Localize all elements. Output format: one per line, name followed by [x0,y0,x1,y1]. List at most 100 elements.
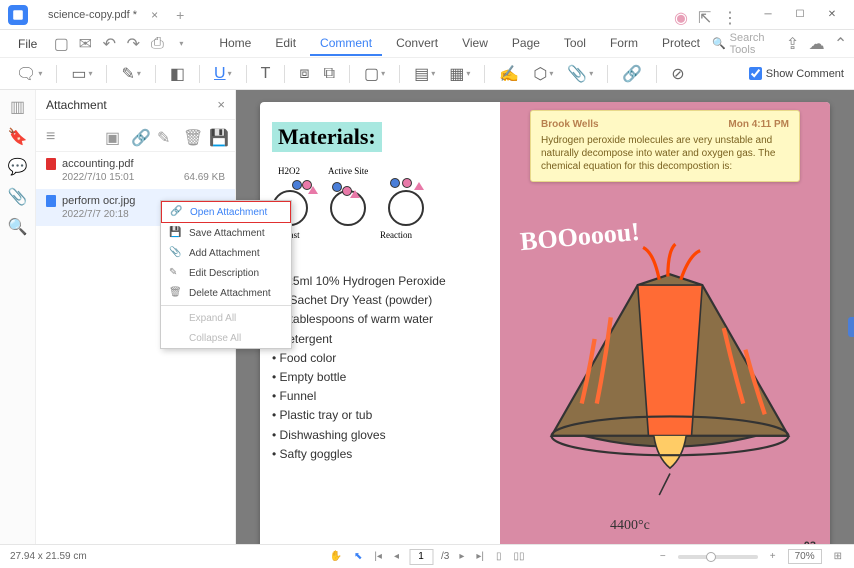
callout-tool[interactable]: ⧉ [318,62,341,86]
scroll-indicator[interactable] [848,317,854,337]
shape-tool[interactable]: ▢▾ [358,61,391,87]
menu-tab-home[interactable]: Home [209,32,261,56]
ctx-add-attachment[interactable]: 📎Add Attachment [161,243,291,263]
select-tool-icon[interactable]: ⬉ [352,551,364,562]
menu-tab-convert[interactable]: Convert [386,32,448,56]
hide-tool[interactable]: ⊘ [665,61,690,87]
clip-tool[interactable]: 🔗 [616,61,648,87]
redo-icon[interactable]: ↷ [123,35,143,53]
file-icon [46,195,56,207]
prev-page-icon[interactable]: ◂ [392,551,401,562]
material-item: Food color [272,349,488,368]
highlight-tool[interactable]: ▭▾ [65,61,98,87]
eraser-tool[interactable]: ◧ [164,61,191,87]
show-comment-checkbox[interactable] [749,67,762,80]
material-item: Plastic tray or tub [272,406,488,425]
next-page-icon[interactable]: ▸ [457,551,466,562]
user-avatar-icon[interactable]: ◉ [674,8,688,22]
page-dimensions: 27.94 x 21.59 cm [10,551,87,562]
ctx-icon [169,312,181,324]
cloud-icon[interactable]: ☁ [809,35,825,53]
add-attach-icon[interactable]: 🔗 [131,128,147,144]
stamp2-tool[interactable]: ⬡▾ [527,61,559,87]
comment-toolbar: 🗨▾ ▭▾ ✎▾ ◧ U▾ T ⧈ ⧉ ▢▾ ▤▾ ▦▾ ✍ ⬡▾ 📎▾ 🔗 ⊘… [0,58,854,90]
thumbnails-icon[interactable]: ▥ [9,98,27,116]
menu-tab-view[interactable]: View [452,32,498,56]
file-menu[interactable]: File [10,33,45,55]
attachment-item[interactable]: accounting.pdf2022/7/10 15:0164.69 KB [36,152,235,189]
pencil-tool[interactable]: ✎▾ [115,61,146,87]
titlebar: science-copy.pdf * × + ◉ ⇱ ⋮ ─ ☐ ✕ [0,0,854,30]
single-page-icon[interactable]: ▯ [494,551,504,562]
attach-tool[interactable]: 📎▾ [561,61,599,87]
print-icon[interactable]: ⎙ [147,35,167,53]
menu-tab-tool[interactable]: Tool [554,32,596,56]
attachment-date: 2022/7/10 15:01 [62,172,134,183]
textbox-tool[interactable]: ⧈ [293,62,315,86]
attachment-date: 2022/7/7 20:18 [62,209,129,220]
edit-attach-icon[interactable]: ✎ [157,128,173,144]
comments-icon[interactable]: 💬 [9,158,27,176]
panel-close-icon[interactable]: × [217,97,225,112]
material-item: Safty goggles [272,445,488,464]
search-tools[interactable]: 🔍 Search Tools [712,32,777,56]
note-tool[interactable]: 🗨▾ [10,61,48,87]
measure-tool[interactable]: ▦▾ [443,61,476,87]
comment-body: Hydrogen peroxide molecules are very uns… [541,134,789,173]
save-icon[interactable]: ▢ [51,35,71,53]
menu-tab-comment[interactable]: Comment [310,32,382,56]
zoom-slider[interactable] [678,555,758,559]
signature-tool[interactable]: ✍ [493,61,525,87]
ctx-open-attachment[interactable]: 🔗Open Attachment [161,201,291,223]
list-view-icon[interactable]: ≡ [46,128,62,144]
comment-time: Mon 4:11 PM [728,119,789,130]
maximize-button[interactable]: ☐ [786,5,814,25]
zoom-value[interactable]: 70% [788,549,822,564]
new-tab-button[interactable]: + [176,7,184,23]
menu-tab-edit[interactable]: Edit [265,32,306,56]
save-attach-icon[interactable]: 💾 [209,128,225,144]
collapse-ribbon-icon[interactable]: ⌃ [833,35,849,53]
ctx-delete-attachment[interactable]: 🗑Delete Attachment [161,283,291,303]
minimize-button[interactable]: ─ [754,5,782,25]
mail-icon[interactable]: ✉ [75,35,95,53]
undo-icon[interactable]: ↶ [99,35,119,53]
page-number-input[interactable] [409,549,433,565]
comment-note[interactable]: Brook Wells Mon 4:11 PM Hydrogen peroxid… [530,110,800,182]
search-panel-icon[interactable]: 🔍 [9,218,27,236]
h2o2-label: H2O2 [278,166,300,176]
last-page-icon[interactable]: ▸| [474,551,486,562]
kebab-menu-icon[interactable]: ⋮ [722,8,736,22]
hand-tool-icon[interactable]: ✋ [327,551,343,562]
stamp-tool[interactable]: ▤▾ [408,61,441,87]
show-comment-toggle[interactable]: Show Comment [749,67,844,80]
ctx-save-attachment[interactable]: 💾Save Attachment [161,223,291,243]
delete-attach-icon[interactable]: 🗑 [183,128,199,144]
zoom-out-icon[interactable]: − [658,551,668,562]
menu-tab-page[interactable]: Page [502,32,550,56]
tab-close-icon[interactable]: × [151,8,158,22]
ctx-edit-description[interactable]: ✎Edit Description [161,263,291,283]
zoom-in-icon[interactable]: + [768,551,778,562]
menu-tab-form[interactable]: Form [600,32,648,56]
attachments-icon[interactable]: 📎 [9,188,27,206]
fit-page-icon[interactable]: ⊞ [832,551,844,562]
app-logo [8,5,28,25]
material-item: 4 tablespoons of warm water [272,310,488,329]
underline-tool[interactable]: U▾ [208,62,238,86]
document-tab[interactable]: science-copy.pdf * × [38,4,168,26]
export-icon[interactable]: ⇪ [785,35,801,53]
show-comment-label: Show Comment [766,68,844,80]
close-button[interactable]: ✕ [818,5,846,25]
menu-tab-protect[interactable]: Protect [652,32,710,56]
share-icon[interactable]: ⇱ [698,8,712,22]
text-tool[interactable]: T [255,62,277,86]
bookmarks-icon[interactable]: 🔖 [9,128,27,146]
document-viewport[interactable]: W Materials: H2O2 Active Site [236,90,854,544]
ctx-icon: 📎 [169,247,181,259]
open-attach-icon[interactable]: ▣ [105,128,121,144]
print-caret-icon[interactable]: ▾ [171,35,191,53]
two-page-icon[interactable]: ▯▯ [512,551,527,562]
statusbar: 27.94 x 21.59 cm ✋ ⬉ |◂ ◂ /3 ▸ ▸| ▯ ▯▯ −… [0,544,854,568]
first-page-icon[interactable]: |◂ [372,551,384,562]
